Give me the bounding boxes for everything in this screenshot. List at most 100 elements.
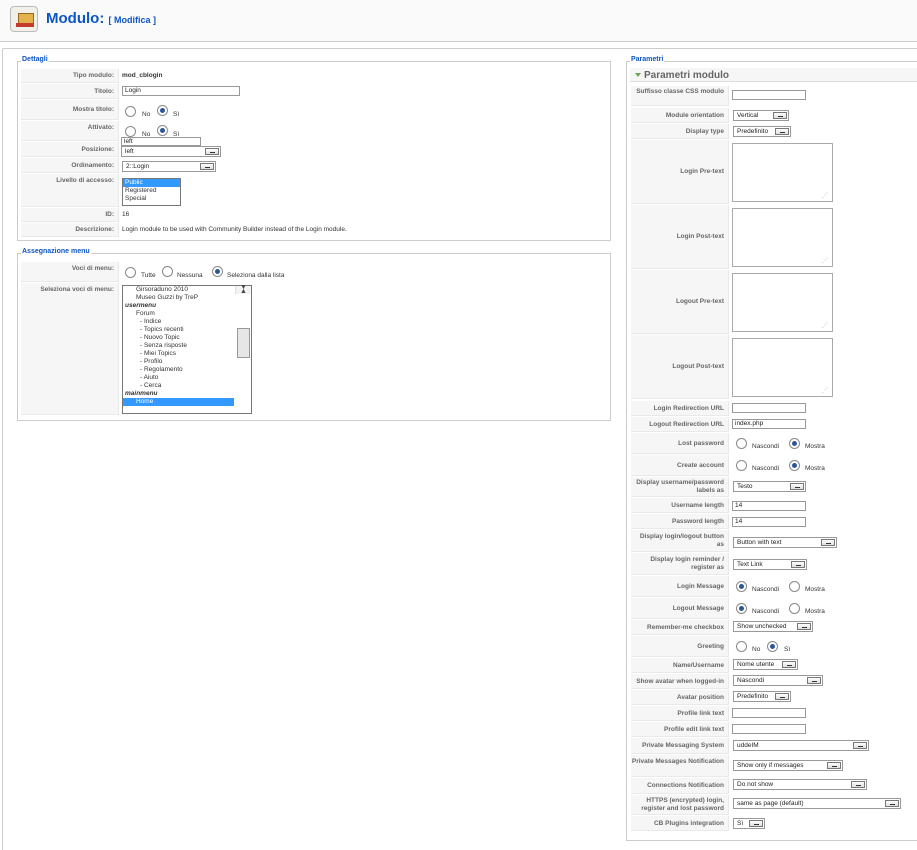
cb-plugins-select[interactable]: Sì <box>733 818 765 829</box>
logout-posttext-textarea[interactable] <box>732 338 833 397</box>
title-label: Titolo: <box>21 84 119 99</box>
login-message-hide-label: Nascondi <box>752 586 780 593</box>
menu-item[interactable]: - Nuovo Topic <box>123 334 251 342</box>
username-length-input[interactable]: 14 <box>732 501 806 511</box>
show-avatar-dropdown-button[interactable] <box>807 677 821 684</box>
menu-item[interactable]: - Profilo <box>123 358 251 366</box>
position-select[interactable]: left <box>121 146 221 157</box>
display-type-select[interactable]: Predefinito <box>733 126 791 137</box>
scroll-down-icon[interactable]: ▼ <box>240 284 247 292</box>
login-pretext-label: Login Pre-text <box>631 140 729 204</box>
expand-arrow-icon <box>635 73 641 77</box>
access-level-listbox[interactable]: Public Registered Special <box>122 178 181 206</box>
menu-item[interactable]: - Regolamento <box>123 366 251 374</box>
ordering-dropdown-button[interactable] <box>200 163 214 170</box>
pms-label: Private Messaging System <box>631 738 729 754</box>
position-input[interactable]: left <box>121 137 201 146</box>
menu-item[interactable]: Forum <box>123 310 251 318</box>
connections-notification-dropdown-button[interactable] <box>851 781 865 788</box>
display-type-label: Display type <box>631 124 729 139</box>
enabled-yes-radio[interactable] <box>157 125 168 136</box>
logout-message-hide-radio[interactable] <box>736 603 747 614</box>
logout-pretext-textarea[interactable] <box>732 273 833 332</box>
profile-edit-input[interactable] <box>732 724 806 734</box>
params-legend: Parametri <box>630 56 665 63</box>
avatar-position-select[interactable]: Predefinito <box>733 691 791 702</box>
enabled-no-radio[interactable] <box>125 126 136 137</box>
connections-notification-select[interactable]: Do not show <box>733 779 867 790</box>
menu-item[interactable]: Museo Guzzi by TreP <box>123 294 251 302</box>
lost-password-show-radio[interactable] <box>789 438 800 449</box>
show-title-no-radio[interactable] <box>125 106 136 117</box>
cb-plugins-dropdown-button[interactable] <box>749 820 763 827</box>
menu-select-radio[interactable] <box>212 266 223 277</box>
remember-me-dropdown-button[interactable] <box>797 623 811 630</box>
menu-item[interactable]: - Indice <box>123 318 251 326</box>
menu-items-listbox[interactable]: Girsoraduno 2010 Museo Guzzi by TreP use… <box>122 284 252 414</box>
greeting-yes-radio[interactable] <box>767 641 778 652</box>
https-label: HTTPS (encrypted) login, register and lo… <box>631 795 729 815</box>
menu-item[interactable]: Home <box>123 398 234 406</box>
logout-message-show-radio[interactable] <box>789 603 800 614</box>
menu-item[interactable]: - Senza risposte <box>123 342 251 350</box>
name-username-select[interactable]: Nome utente <box>733 659 798 670</box>
module-type-value: mod_cblogin <box>122 72 163 79</box>
pms-select[interactable]: uddeIM <box>733 740 869 751</box>
orientation-select[interactable]: Vertical <box>733 110 789 121</box>
display-button-dropdown-button[interactable] <box>821 539 835 546</box>
https-select[interactable]: same as page (default) <box>733 798 901 809</box>
pm-notification-select[interactable]: Show only if messages <box>733 760 843 771</box>
remember-me-select[interactable]: Show unchecked <box>733 621 813 632</box>
css-suffix-input[interactable] <box>732 90 806 100</box>
login-message-hide-radio[interactable] <box>736 581 747 592</box>
logout-redirect-label: Logout Redirection URL <box>631 417 729 432</box>
display-labels-dropdown-button[interactable] <box>790 483 804 490</box>
title-input[interactable]: Login <box>122 86 240 96</box>
pm-notification-label: Private Messages Notification <box>631 755 729 777</box>
display-reminder-select[interactable]: Text Link <box>733 559 807 570</box>
access-option-special[interactable]: Special <box>123 195 180 203</box>
create-account-show-radio[interactable] <box>789 460 800 471</box>
params-section-header[interactable]: Parametri modulo <box>630 68 917 82</box>
show-avatar-label: Show avatar when logged-in <box>631 674 729 689</box>
position-dropdown-button[interactable] <box>205 148 219 155</box>
name-username-dropdown-button[interactable] <box>782 661 796 668</box>
display-button-select[interactable]: Button with text <box>733 537 837 548</box>
display-labels-select[interactable]: Testo <box>733 481 806 492</box>
greeting-no-radio[interactable] <box>736 641 747 652</box>
menu-item[interactable]: Girsoraduno 2010 <box>123 286 251 294</box>
lost-password-hide-radio[interactable] <box>736 438 747 449</box>
display-type-dropdown-button[interactable] <box>775 128 789 135</box>
show-avatar-select[interactable]: Nascondi <box>733 675 823 686</box>
logout-redirect-input[interactable]: index.php <box>732 419 806 429</box>
login-pretext-textarea[interactable] <box>732 143 833 202</box>
menu-all-radio[interactable] <box>125 267 136 278</box>
login-redirect-label: Login Redirection URL <box>631 401 729 416</box>
login-redirect-input[interactable] <box>732 403 806 413</box>
create-account-hide-radio[interactable] <box>736 460 747 471</box>
scroll-thumb[interactable] <box>237 328 250 358</box>
login-message-show-radio[interactable] <box>789 581 800 592</box>
menu-list-scrollbar[interactable]: ▲ ▼ <box>235 284 251 358</box>
avatar-position-dropdown-button[interactable] <box>775 693 789 700</box>
ordering-select-value: 2::Login <box>126 163 150 170</box>
orientation-value: Vertical <box>737 112 759 119</box>
access-option-public[interactable]: Public <box>123 179 180 187</box>
menu-item[interactable]: - Cerca <box>123 382 251 390</box>
display-reminder-dropdown-button[interactable] <box>791 561 805 568</box>
orientation-dropdown-button[interactable] <box>773 112 787 119</box>
access-option-registered[interactable]: Registered <box>123 187 180 195</box>
pms-dropdown-button[interactable] <box>853 742 867 749</box>
https-dropdown-button[interactable] <box>885 800 899 807</box>
menu-group: mainmenu <box>125 390 158 397</box>
login-posttext-textarea[interactable] <box>732 208 833 267</box>
ordering-select[interactable]: 2::Login <box>122 161 216 172</box>
menu-item[interactable]: - Aiuto <box>123 374 251 382</box>
password-length-input[interactable]: 14 <box>732 517 806 527</box>
profile-link-input[interactable] <box>732 708 806 718</box>
menu-none-radio[interactable] <box>162 266 173 277</box>
menu-item[interactable]: - Topics recenti <box>123 326 251 334</box>
show-title-yes-radio[interactable] <box>157 105 168 116</box>
pm-notification-dropdown-button[interactable] <box>827 762 841 769</box>
menu-item[interactable]: - Miei Topics <box>123 350 251 358</box>
